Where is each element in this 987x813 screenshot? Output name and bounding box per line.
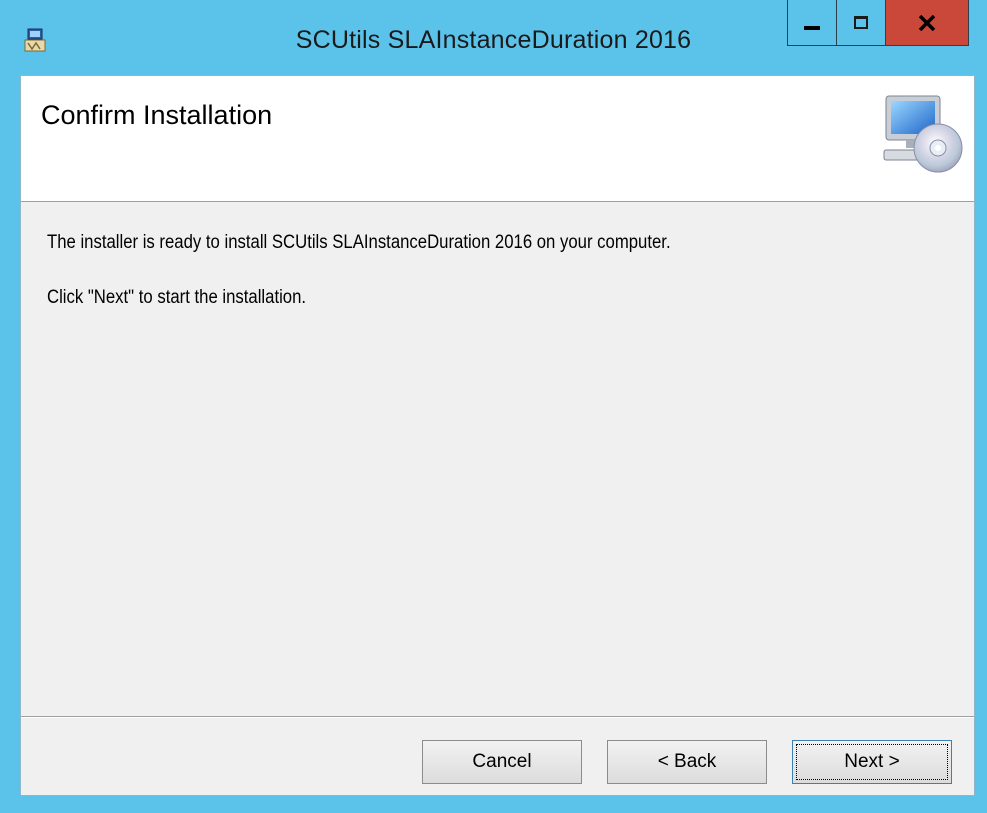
header-banner: Confirm Installation: [21, 76, 974, 202]
cancel-button[interactable]: Cancel: [422, 740, 582, 784]
cancel-button-label: Cancel: [472, 751, 532, 772]
page-title: Confirm Installation: [41, 100, 273, 130]
minimize-button[interactable]: [787, 0, 837, 46]
maximize-icon: [854, 16, 868, 29]
close-icon: [918, 14, 936, 31]
computer-cd-icon: [883, 95, 963, 173]
back-button-label: < Back: [657, 751, 717, 772]
maximize-button[interactable]: [836, 0, 886, 46]
ready-message: The installer is ready to install SCUtil…: [47, 232, 671, 253]
title-bar[interactable]: SCUtils SLAInstanceDuration 2016: [0, 0, 987, 74]
next-button[interactable]: Next >: [792, 740, 952, 784]
close-button[interactable]: [885, 0, 969, 46]
installer-window: SCUtils SLAInstanceDuration 2016 Confirm…: [0, 0, 987, 813]
minimize-icon: [804, 25, 820, 30]
footer-divider: [21, 716, 974, 718]
next-button-label: Next >: [844, 751, 900, 772]
instruction-message: Click "Next" to start the installation.: [47, 287, 307, 308]
dialog-client-area: Confirm Installation The installer is re…: [20, 75, 975, 796]
back-button[interactable]: < Back: [607, 740, 767, 784]
